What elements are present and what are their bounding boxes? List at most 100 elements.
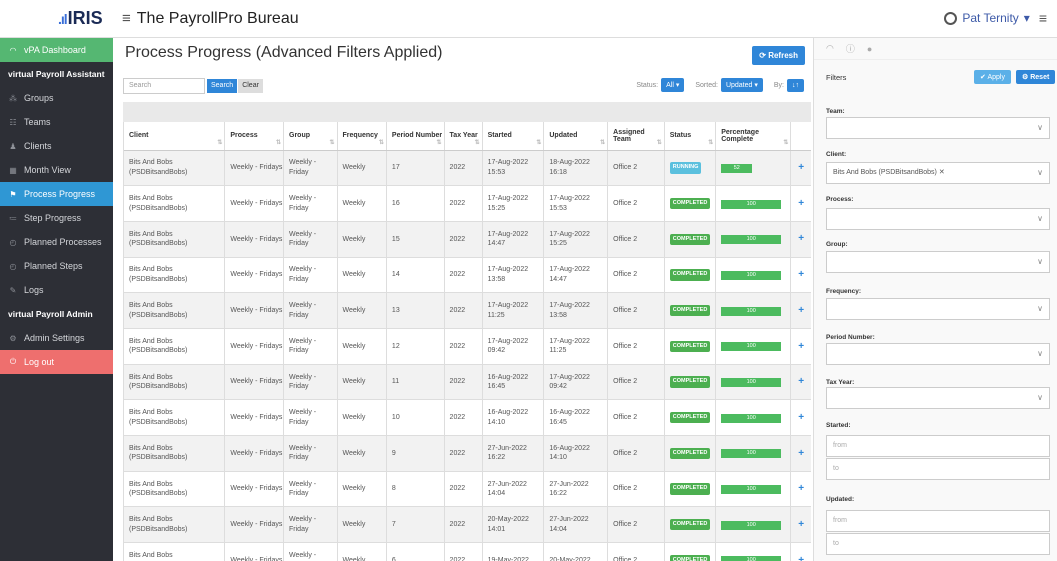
process-select[interactable]: ∨ — [826, 208, 1050, 230]
sidebar-item-planned-steps[interactable]: ◴ Planned Steps — [0, 254, 113, 278]
sidebar-item-clients[interactable]: ♟ Clients — [0, 134, 113, 158]
expand-row-icon[interactable]: + — [790, 292, 811, 329]
started-to-input[interactable]: to — [826, 458, 1050, 480]
cell-team: Office 2 — [607, 471, 665, 508]
tax-year-label: Tax Year: — [826, 379, 855, 386]
expand-row-icon[interactable]: + — [790, 364, 811, 401]
progress-bar: 100 — [721, 520, 782, 530]
column-header[interactable]: Frequency ⇅ — [337, 122, 387, 151]
table-row[interactable]: Bits And Bobs (PSDBitsandBobs)Weekly - F… — [124, 257, 811, 294]
expand-row-icon[interactable]: + — [790, 435, 811, 472]
sort-direction-button[interactable]: ↓↑ — [787, 78, 804, 92]
column-header[interactable]: Updated ⇅ — [543, 122, 609, 151]
reset-button[interactable]: ⚙ Reset — [1016, 70, 1056, 84]
remove-icon[interactable]: ✕ — [939, 169, 945, 176]
sidebar-item-process-progress[interactable]: ⚑ Process Progress — [0, 182, 113, 206]
group-select[interactable]: ∨ — [826, 251, 1050, 273]
column-header-label: Client — [129, 132, 149, 140]
sorted-dropdown[interactable]: Updated ▾ — [720, 78, 763, 92]
chevron-down-icon: ∨ — [1037, 304, 1043, 313]
sidebar-item-logs[interactable]: ✎ Logs — [0, 278, 113, 302]
expand-row-icon[interactable]: + — [790, 328, 811, 365]
period-number-select[interactable]: ∨ — [826, 343, 1050, 365]
cell-percentage: 100 — [715, 292, 792, 329]
sidebar-item-groups[interactable]: ⁂ Groups — [0, 86, 113, 110]
table-row[interactable]: Bits And Bobs (PSDBitsandBobs)Weekly - F… — [124, 292, 811, 329]
expand-row-icon[interactable]: + — [790, 506, 811, 544]
column-header[interactable]: Tax Year ⇅ — [444, 122, 483, 151]
search-button[interactable]: Search — [207, 79, 238, 93]
table-row[interactable]: Bits And Bobs (PSDBitsandBobs)Weekly - F… — [124, 328, 811, 365]
apply-button[interactable]: ✔ Apply — [974, 70, 1011, 84]
expand-row-icon[interactable]: + — [790, 542, 811, 561]
column-header[interactable]: Assigned Team ⇅ — [607, 122, 665, 151]
clear-button[interactable]: Clear — [238, 79, 263, 93]
cell-percentage: 100 — [715, 185, 792, 222]
sidebar-item-step-progress[interactable]: ≔ Step Progress — [0, 206, 113, 230]
reset-label: Reset — [1030, 74, 1050, 81]
expand-row-icon[interactable]: + — [790, 150, 811, 187]
cell-group: Weekly - Friday — [283, 399, 338, 436]
table-row[interactable]: Bits And Bobs (PSDBitsandBobs) Weekly - F… — [124, 399, 811, 436]
team-select[interactable]: ∨ — [826, 117, 1050, 139]
hamburger-icon[interactable]: ≡ — [1039, 10, 1047, 26]
cell-started: 17-Aug-2022 14:47 — [482, 221, 545, 258]
cell-process: Weekly - Fridays — [224, 221, 285, 258]
tab-info-icon[interactable]: ⓘ — [846, 42, 855, 55]
table-row[interactable]: Bits And Bobs (PSDBitsandBobs)Weekly - F… — [124, 506, 811, 544]
sidebar-item-planned-processes[interactable]: ◴ Planned Processes — [0, 230, 113, 254]
updated-to-input[interactable]: to — [826, 533, 1050, 555]
table-row[interactable]: Bits And Bobs (PSDBitsandBobs)Weekly - F… — [124, 435, 811, 472]
expand-row-icon[interactable]: + — [790, 471, 811, 508]
column-header[interactable]: Process ⇅ — [224, 122, 285, 151]
column-header[interactable]: Period Number ⇅ — [386, 122, 445, 151]
sidebar-item-teams[interactable]: ☷ Teams — [0, 110, 113, 134]
search-input[interactable]: Search — [123, 78, 205, 94]
column-header[interactable]: Started ⇅ — [482, 122, 545, 151]
column-header[interactable]: Group ⇅ — [283, 122, 338, 151]
table-row[interactable]: Bits And Bobs (PSDBitsandBobs)Weekly - F… — [124, 185, 811, 222]
updated-from-input[interactable]: from — [826, 510, 1050, 532]
cell-percentage: 100 — [715, 471, 792, 508]
expand-row-icon[interactable]: + — [790, 185, 811, 222]
cell-process: Weekly - Fridays — [224, 328, 285, 365]
status-value: All — [666, 82, 674, 89]
expand-row-icon[interactable]: + — [790, 221, 811, 258]
expand-row-icon[interactable]: + — [790, 399, 811, 436]
cell-freq: Weekly — [337, 506, 387, 544]
iris-logo[interactable]: .ıl IRIS — [0, 8, 110, 29]
progress-bar: 100 — [721, 377, 782, 387]
sidebar-item-vpa-dashboard[interactable]: ◠ vPA Dashboard — [0, 38, 113, 62]
client-select[interactable]: Bits And Bobs (PSDBitsandBobs) ✕ ∨ — [826, 162, 1050, 184]
column-header[interactable]: Status ⇅ — [664, 122, 717, 151]
column-header[interactable]: Percentage Complete ⇅ — [715, 122, 792, 151]
column-header[interactable]: Client ⇅ — [124, 122, 226, 151]
status-dropdown[interactable]: All ▾ — [661, 78, 685, 92]
table-row[interactable]: Bits And Bobs (PSDBitsandBobs)Weekly - F… — [124, 471, 811, 508]
cell-client: Bits And Bobs (PSDBitsandBobs) — [124, 399, 226, 436]
table-row[interactable]: Bits And Bobs (PSDBitsandBobs)Weekly - F… — [124, 364, 811, 401]
cell-updated: 16-Aug-2022 14:10 — [543, 435, 609, 472]
table-row[interactable]: Bits And Bobs (PSDBitsandBobs)Weekly - F… — [124, 150, 811, 187]
cell-updated: 27-Jun-2022 14:04 — [543, 506, 609, 544]
menu-toggle-icon[interactable]: ≡ — [122, 10, 131, 27]
chevron-down-icon: ∨ — [1037, 349, 1043, 358]
table-row[interactable]: Bits And Bobs (PSDBitsandBobs)Weekly - F… — [124, 221, 811, 258]
refresh-button[interactable]: ⟳ Refresh — [752, 46, 805, 65]
expand-row-icon[interactable]: + — [790, 257, 811, 294]
sidebar-item-log-out[interactable]: ⏻ Log out — [0, 350, 113, 374]
clients-icon: ♟ — [9, 141, 17, 151]
cell-freq: Weekly — [337, 364, 387, 401]
cell-team: Office 2 — [607, 185, 665, 222]
frequency-select[interactable]: ∨ — [826, 298, 1050, 320]
tab-home-icon[interactable]: ◠ — [826, 43, 834, 54]
tab-pin-icon[interactable]: ● — [867, 44, 872, 54]
tax-year-select[interactable]: ∨ — [826, 387, 1050, 409]
sidebar-item-month-view[interactable]: ▦ Month View — [0, 158, 113, 182]
calendar-icon: ▦ — [9, 165, 17, 175]
table-row[interactable]: Bits And Bobs (PSDBitsandBobs)Weekly - F… — [124, 542, 811, 561]
user-menu[interactable]: Pat Ternity ▾ ≡ — [944, 10, 1047, 26]
sidebar-item-admin-settings[interactable]: ⚙ Admin Settings — [0, 326, 113, 350]
cell-team: Office 2 — [607, 364, 665, 401]
started-from-input[interactable]: from — [826, 435, 1050, 457]
